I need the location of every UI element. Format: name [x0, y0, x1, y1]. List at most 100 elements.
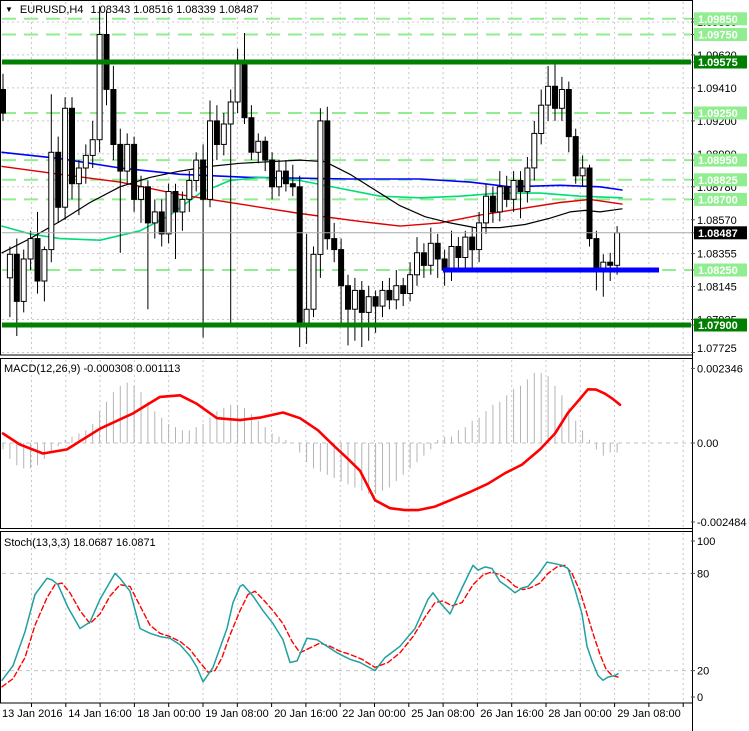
strong-level-price-badge: 1.07900 — [698, 320, 738, 332]
bear-candle — [131, 143, 138, 200]
bear-candle — [262, 140, 269, 161]
level-price-badge: 1.08700 — [698, 194, 738, 206]
chart-title: ▼ EURUSD,H4 1.08343 1.08516 1.08339 1.08… — [5, 4, 259, 16]
bear-candle — [345, 285, 351, 310]
strong-level-price-badge: 1.09575 — [698, 57, 738, 69]
bear-candle — [34, 238, 41, 282]
level-price-badge: 1.08250 — [698, 265, 738, 277]
bear-candle — [586, 167, 593, 240]
time-axis-label: 18 Jan 00:00 — [137, 708, 201, 720]
stoch-axis-label: 80 — [697, 568, 709, 580]
symbol-dropdown-icon[interactable]: ▼ — [5, 6, 13, 14]
time-axis-label: 25 Jan 08:00 — [411, 708, 475, 720]
bull-candle — [89, 139, 96, 156]
bull-candle — [365, 296, 372, 313]
bull-candle — [531, 132, 538, 169]
macd-axis-label: 0.00 — [697, 438, 718, 450]
bull-candle — [138, 186, 144, 200]
bull-candle — [165, 191, 172, 235]
stoch-header: Stoch(13,3,3) 18.0687 16.0871 — [4, 537, 156, 549]
bull-candle — [82, 154, 89, 169]
bull-candle — [227, 101, 234, 125]
time-axis-label: 28 Jan 00:00 — [548, 708, 612, 720]
bull-candle — [558, 89, 565, 109]
bear-candle — [324, 120, 331, 240]
stoch-axis-label: 100 — [697, 536, 715, 548]
bull-candle — [220, 123, 227, 145]
bull-candle — [496, 186, 503, 213]
bull-candle — [379, 289, 386, 307]
time-axis-label: 14 Jan 16:00 — [68, 708, 132, 720]
bear-candle — [282, 170, 289, 185]
bear-candle — [517, 180, 524, 192]
bear-candle — [607, 261, 614, 266]
bear-candle — [110, 89, 117, 145]
bull-candle — [27, 238, 34, 260]
level-price-badge: 1.08825 — [698, 175, 738, 187]
bear-candle — [172, 191, 179, 213]
bear-candle — [386, 289, 393, 301]
bull-candle — [20, 258, 27, 302]
bear-candle — [248, 117, 255, 153]
price-axis-label: 1.09410 — [697, 83, 737, 95]
bear-candle — [296, 186, 303, 326]
stoch-label: Stoch(13,3,3) 18.0687 16.0871 — [4, 537, 156, 549]
bull-candle — [62, 107, 69, 208]
bull-candle — [6, 253, 13, 279]
bull-candle — [151, 211, 158, 224]
stoch-axis-label: 0 — [697, 692, 703, 704]
bear-candle — [69, 107, 75, 185]
bull-candle — [545, 85, 552, 106]
level-price-badge: 1.09250 — [698, 108, 738, 120]
bull-candle — [538, 104, 545, 134]
bear-candle — [434, 242, 441, 260]
bull-candle — [476, 222, 483, 251]
bull-candle — [186, 180, 193, 200]
bull-candle — [510, 180, 517, 200]
bear-candle — [289, 183, 296, 188]
trading-chart-window: 1.098301.096201.094101.092001.089901.087… — [0, 0, 749, 731]
bear-candle — [455, 246, 462, 258]
time-axis-label: 26 Jan 16:00 — [480, 708, 544, 720]
bear-candle — [572, 136, 579, 177]
time-axis-label: 13 Jan 2016 — [2, 708, 63, 720]
time-axis-label: 19 Jan 08:00 — [205, 708, 269, 720]
bull-candle — [414, 252, 420, 276]
bull-candle — [207, 120, 213, 200]
bull-candle — [427, 242, 434, 266]
bear-candle — [117, 143, 124, 172]
bear-candle — [552, 85, 558, 109]
bear-candle — [55, 151, 62, 208]
macd-axis-label: -0.002484 — [697, 517, 747, 529]
bear-candle — [241, 62, 248, 119]
bull-candle — [462, 236, 469, 259]
bear-candle — [489, 195, 496, 213]
bear-candle — [565, 89, 572, 138]
bear-candle — [200, 159, 207, 200]
bull-candle — [179, 198, 186, 213]
bear-candle — [13, 253, 20, 302]
bull-candle — [483, 195, 489, 224]
bear-candle — [593, 238, 600, 271]
bull-candle — [48, 151, 55, 251]
bear-candle — [269, 159, 276, 188]
level-price-badge: 1.09750 — [698, 30, 738, 42]
macd-header: MACD(12,26,9) -0.000308 0.001113 — [4, 363, 180, 375]
price-axis-label: 1.08355 — [697, 249, 737, 261]
price-axis-label: 1.08145 — [697, 282, 737, 294]
bull-candle — [193, 159, 200, 182]
bear-candle — [338, 249, 345, 287]
time-axis-label: 29 Jan 08:00 — [617, 708, 681, 720]
bull-candle — [310, 253, 317, 310]
macd-axis-label: 0.002346 — [697, 363, 743, 375]
bear-candle — [331, 238, 338, 251]
bull-candle — [614, 232, 621, 266]
time-axis-label: 20 Jan 16:00 — [274, 708, 338, 720]
bull-candle — [524, 167, 531, 193]
bull-candle — [393, 285, 400, 301]
level-price-badge: 1.09850 — [698, 14, 738, 26]
stoch-axis-label: 20 — [697, 666, 709, 678]
bear-candle — [158, 211, 165, 235]
macd-label: MACD(12,26,9) -0.000308 0.001113 — [4, 363, 181, 375]
bear-candle — [372, 296, 379, 307]
